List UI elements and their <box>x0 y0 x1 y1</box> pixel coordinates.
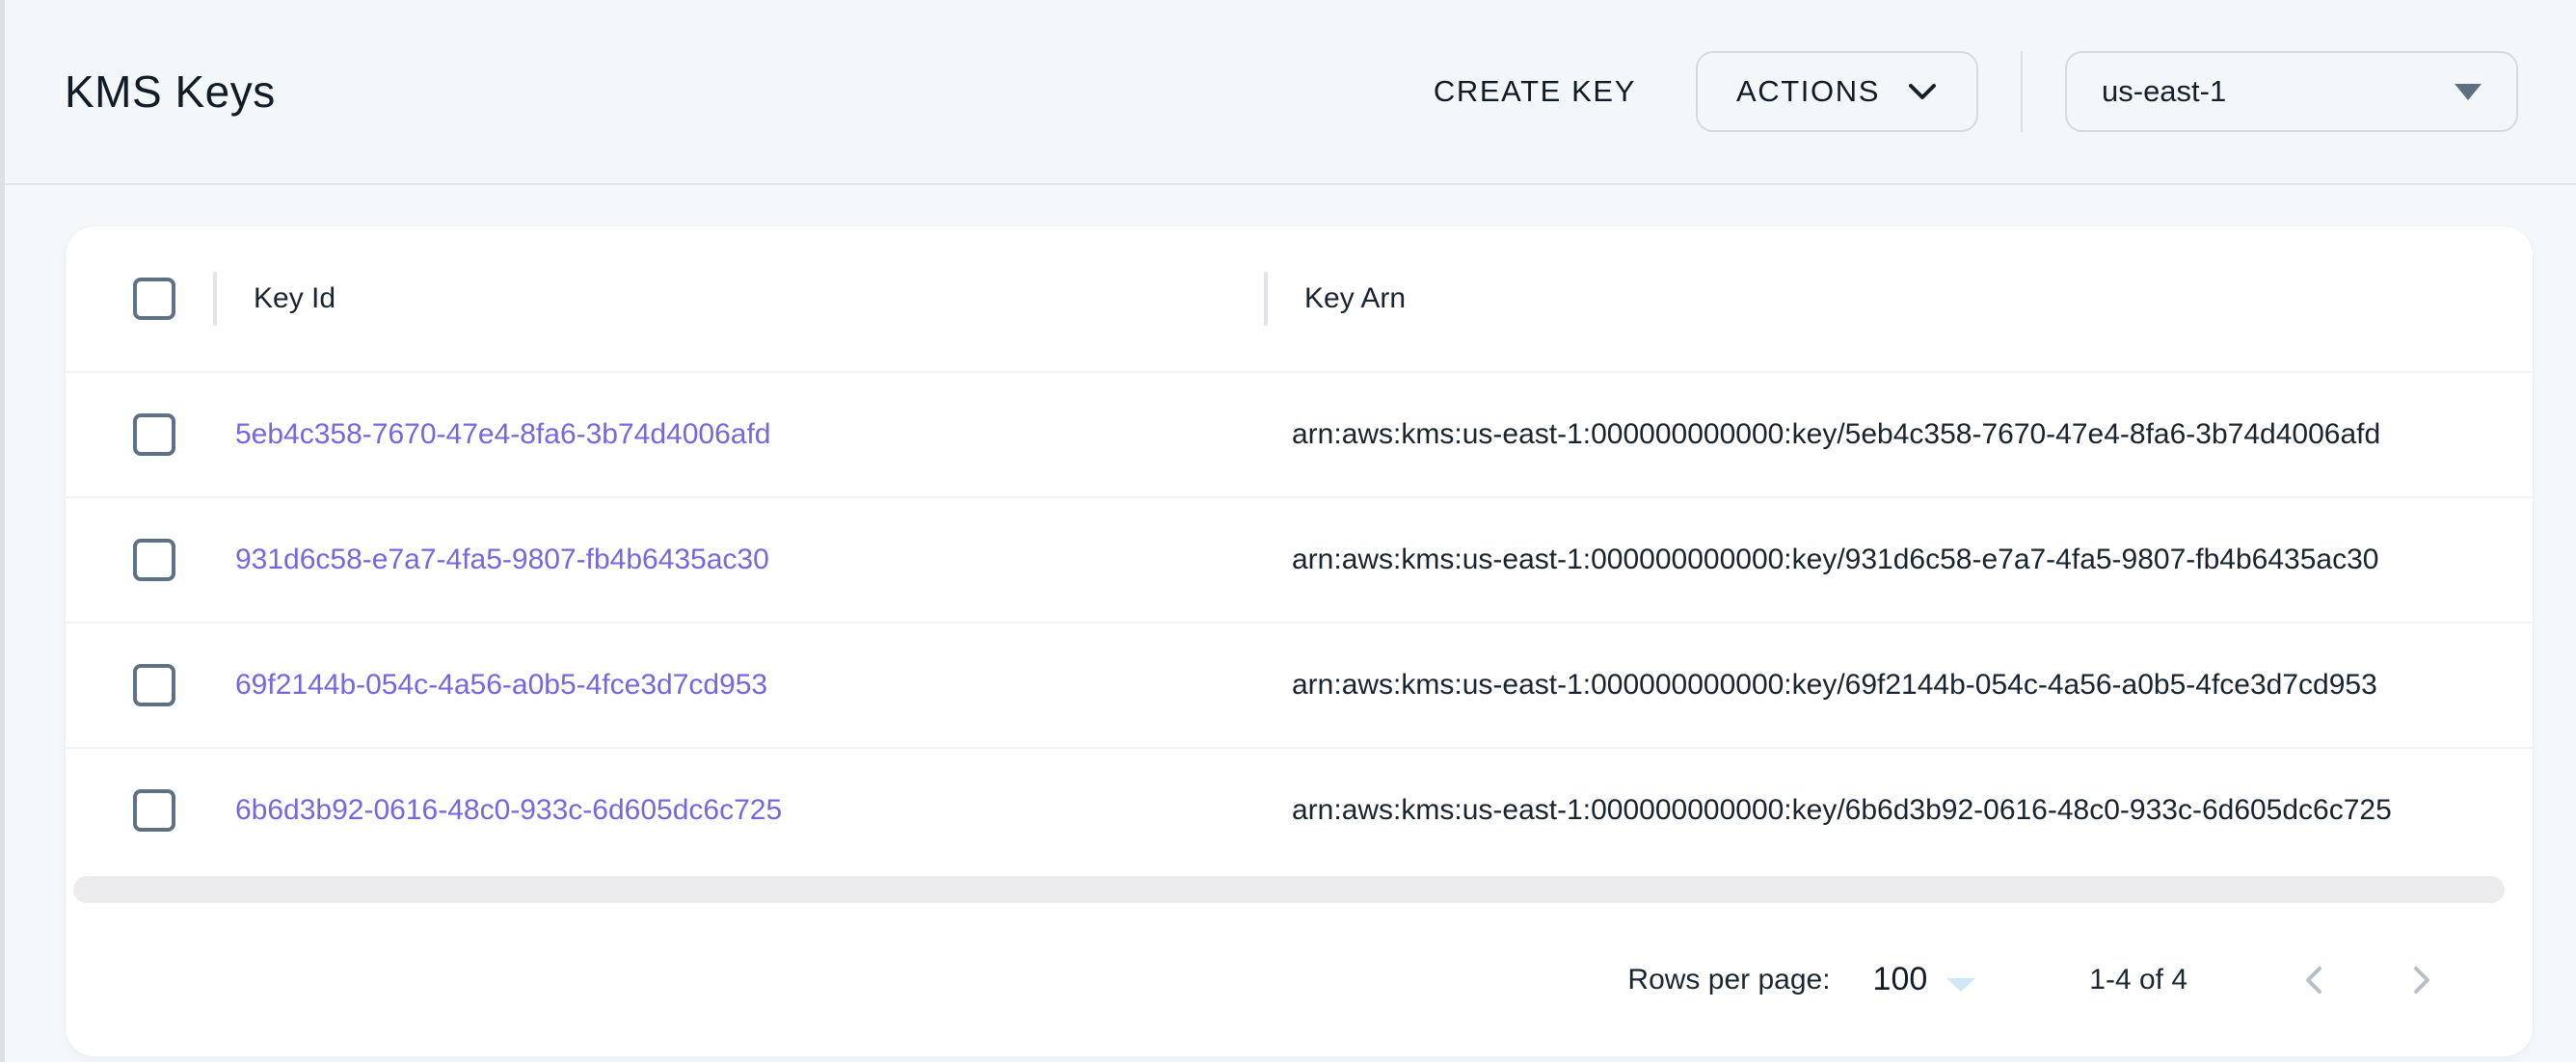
column-resize-handle[interactable] <box>213 272 217 326</box>
row-keyarn-cell: arn:aws:kms:us-east-1:000000000000:key/6… <box>1261 794 2533 827</box>
key-arn-value: arn:aws:kms:us-east-1:000000000000:key/5… <box>1261 418 2380 451</box>
pagination-bar: Rows per page: 100 1-4 of 4 <box>66 903 2533 1056</box>
key-id-link[interactable]: 6b6d3b92-0616-48c0-933c-6d605dc6c725 <box>210 794 782 827</box>
previous-page-button[interactable] <box>2292 957 2338 1003</box>
row-keyid-cell: 931d6c58-e7a7-4fa5-9807-fb4b6435ac30 <box>210 544 1261 576</box>
kms-keys-page: KMS Keys CREATE KEY ACTIONS us-east-1 <box>0 0 2576 1062</box>
column-resize-handle[interactable] <box>1264 272 1268 326</box>
key-arn-value: arn:aws:kms:us-east-1:000000000000:key/9… <box>1261 544 2378 576</box>
rows-per-page-label: Rows per page: <box>1627 964 1830 996</box>
row-checkbox-cell <box>66 539 210 581</box>
actions-button[interactable]: ACTIONS <box>1696 51 1978 132</box>
key-arn-value: arn:aws:kms:us-east-1:000000000000:key/6… <box>1261 669 2377 702</box>
table-row: 5eb4c358-7670-47e4-8fa6-3b74d4006afd arn… <box>66 371 2533 496</box>
key-id-link[interactable]: 931d6c58-e7a7-4fa5-9807-fb4b6435ac30 <box>210 544 769 576</box>
header-checkbox-cell <box>66 278 210 320</box>
row-checkbox[interactable] <box>133 413 175 456</box>
column-header-key-arn: Key Arn <box>1304 282 1406 315</box>
header-keyid-cell: Key Id <box>210 272 1261 326</box>
row-checkbox[interactable] <box>133 664 175 706</box>
header-keyarn-cell: Key Arn <box>1261 272 2533 326</box>
key-id-link[interactable]: 69f2144b-054c-4a56-a0b5-4fce3d7cd953 <box>210 669 767 702</box>
page-header: KMS Keys CREATE KEY ACTIONS us-east-1 <box>5 0 2576 185</box>
header-controls: CREATE KEY ACTIONS us-east-1 <box>1434 51 2518 132</box>
chevron-left-icon <box>2294 959 2336 1001</box>
chevron-down-icon <box>1907 82 1938 101</box>
row-keyid-cell: 6b6d3b92-0616-48c0-933c-6d605dc6c725 <box>210 794 1261 827</box>
rows-per-page-value: 100 <box>1873 961 1928 998</box>
pagination-range-label: 1-4 of 4 <box>2089 964 2187 996</box>
row-checkbox-cell <box>66 664 210 706</box>
row-keyid-cell: 5eb4c358-7670-47e4-8fa6-3b74d4006afd <box>210 418 1261 451</box>
next-page-button[interactable] <box>2398 957 2444 1003</box>
column-header-key-id: Key Id <box>254 282 335 315</box>
row-checkbox-cell <box>66 413 210 456</box>
table-header-row: Key Id Key Arn <box>66 226 2533 371</box>
page-title: KMS Keys <box>65 66 276 118</box>
row-keyarn-cell: arn:aws:kms:us-east-1:000000000000:key/6… <box>1261 669 2533 702</box>
table-row: 931d6c58-e7a7-4fa5-9807-fb4b6435ac30 arn… <box>66 496 2533 622</box>
key-id-link[interactable]: 5eb4c358-7670-47e4-8fa6-3b74d4006afd <box>210 418 770 451</box>
keys-table-card: Key Id Key Arn 5eb4c358-7670-47e4-8fa6-3… <box>66 226 2533 1056</box>
content-area: Key Id Key Arn 5eb4c358-7670-47e4-8fa6-3… <box>5 185 2576 1062</box>
select-all-checkbox[interactable] <box>133 278 175 320</box>
row-keyarn-cell: arn:aws:kms:us-east-1:000000000000:key/5… <box>1261 418 2533 451</box>
actions-button-label: ACTIONS <box>1736 74 1880 109</box>
row-checkbox-cell <box>66 789 210 832</box>
row-checkbox[interactable] <box>133 539 175 581</box>
header-divider <box>2021 51 2023 132</box>
create-key-button[interactable]: CREATE KEY <box>1434 74 1636 109</box>
key-arn-value: arn:aws:kms:us-east-1:000000000000:key/6… <box>1261 794 2392 827</box>
table-row: 6b6d3b92-0616-48c0-933c-6d605dc6c725 arn… <box>66 747 2533 872</box>
select-caret-icon <box>1946 978 1975 992</box>
chevron-right-icon <box>2400 959 2442 1001</box>
rows-per-page-select[interactable]: 100 <box>1873 961 1976 998</box>
row-keyid-cell: 69f2144b-054c-4a56-a0b5-4fce3d7cd953 <box>210 669 1261 702</box>
table-row: 69f2144b-054c-4a56-a0b5-4fce3d7cd953 arn… <box>66 622 2533 747</box>
region-select-value: us-east-1 <box>2102 74 2226 109</box>
horizontal-scrollbar[interactable] <box>73 876 2505 903</box>
row-keyarn-cell: arn:aws:kms:us-east-1:000000000000:key/9… <box>1261 544 2533 576</box>
row-checkbox[interactable] <box>133 789 175 832</box>
region-select[interactable]: us-east-1 <box>2065 51 2518 132</box>
dropdown-arrow-icon <box>2455 84 2482 100</box>
